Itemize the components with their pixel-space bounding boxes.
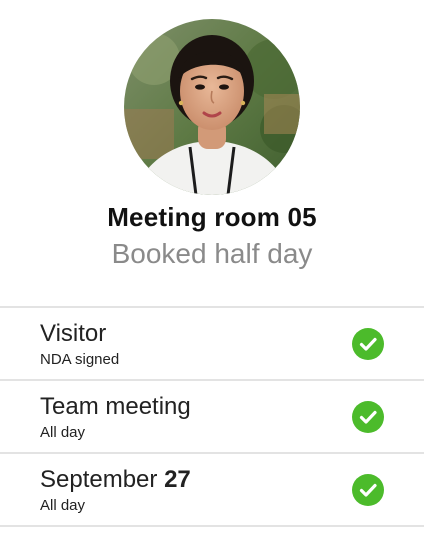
check-circle-icon [352,328,384,360]
list-item-visitor[interactable]: Visitor NDA signed [0,308,424,381]
details-list: Visitor NDA signed Team meeting All day … [0,306,424,527]
page-title: Meeting room 05 [107,202,317,232]
list-item-label: Team meeting [40,393,191,420]
booking-status: Booked half day [111,238,313,269]
list-item-team-meeting[interactable]: Team meeting All day [0,381,424,454]
list-item-date[interactable]: September 27 All day [0,454,424,527]
check-circle-icon [352,401,384,433]
avatar-photo [124,19,300,195]
list-item-label: September 27 [40,466,191,493]
list-item-sublabel: All day [40,497,86,514]
list-item-label: Visitor [40,320,107,347]
list-item-sublabel: All day [40,424,86,441]
check-circle-icon [352,474,384,506]
avatar [124,19,300,195]
list-item-sublabel: NDA signed [40,351,120,368]
